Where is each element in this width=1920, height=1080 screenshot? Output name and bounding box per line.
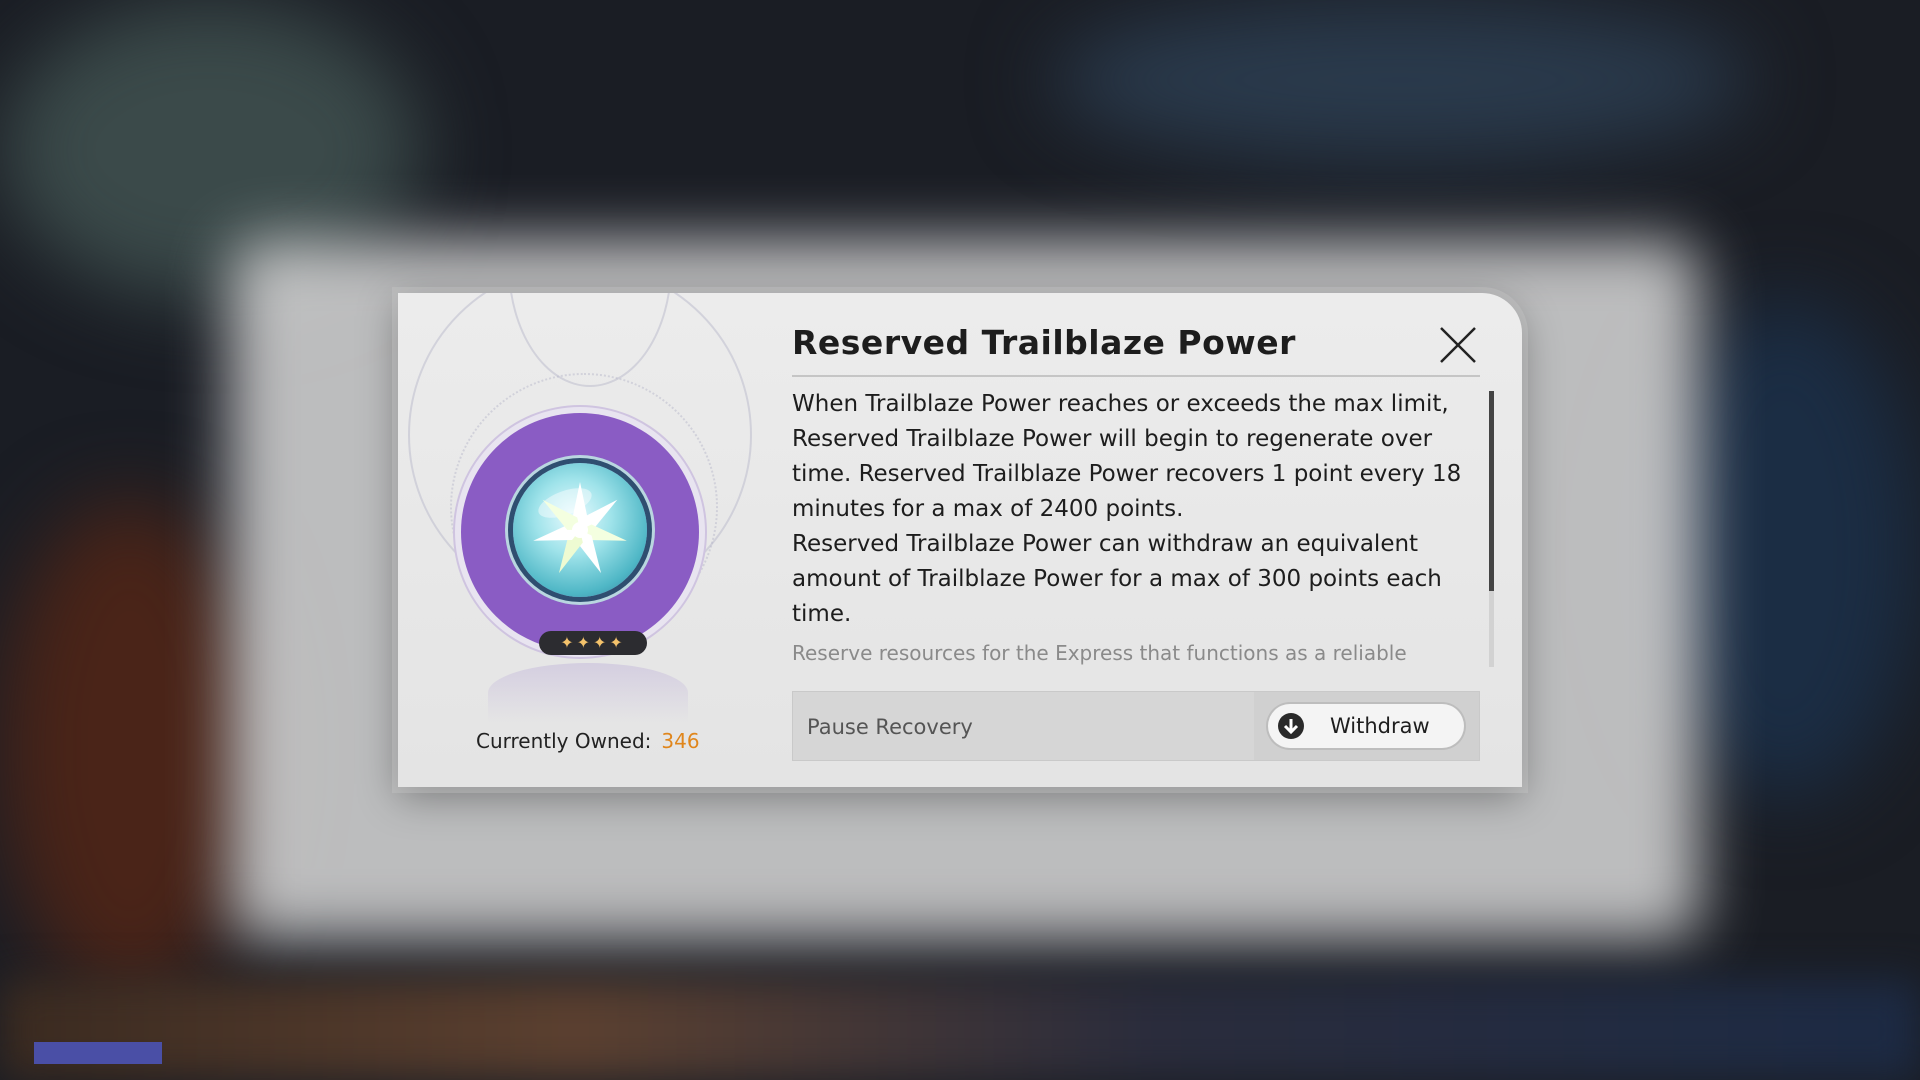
description-paragraph: When Trailblaze Power reaches or exceeds…	[792, 391, 1462, 522]
rarity-stars: ✦✦✦✦	[539, 631, 647, 655]
bottom-indicator-bar	[34, 1042, 162, 1064]
close-icon	[1440, 327, 1476, 363]
description-scrollbar[interactable]	[1489, 391, 1494, 667]
item-description[interactable]: When Trailblaze Power reaches or exceeds…	[792, 387, 1482, 669]
owned-label: Currently Owned:	[476, 729, 652, 753]
scrollbar-thumb[interactable]	[1489, 391, 1494, 591]
item-detail-dialog: ✦✦✦✦ Currently Owned: 346 Reserved Trailb…	[398, 293, 1522, 787]
background-bottom-strip	[0, 980, 1920, 1080]
withdraw-area: Withdraw	[1254, 692, 1479, 760]
background-blob	[1050, 0, 1750, 160]
close-button[interactable]	[1438, 325, 1478, 365]
pause-recovery-toggle[interactable]: Pause Recovery	[807, 692, 973, 762]
description-paragraph: Reserved Trailblaze Power can withdraw a…	[792, 531, 1442, 627]
item-icon-frame	[461, 413, 699, 651]
withdraw-button[interactable]: Withdraw	[1268, 704, 1464, 748]
currently-owned: Currently Owned: 346	[476, 729, 700, 753]
reserved-trailblaze-power-orb-icon	[513, 463, 647, 597]
owned-count: 346	[661, 729, 700, 753]
star-burst-icon	[533, 482, 627, 574]
arrow-down-glyph	[1283, 719, 1299, 735]
download-arrow-icon	[1278, 713, 1304, 739]
item-showcase: ✦✦✦✦ Currently Owned: 346	[398, 293, 788, 787]
background-blob	[0, 500, 260, 1000]
item-pedestal	[488, 663, 688, 723]
title-divider	[792, 375, 1480, 377]
flavor-text: Reserve resources for the Express that f…	[792, 641, 1407, 669]
withdraw-label: Withdraw	[1330, 714, 1430, 738]
action-bar: Pause Recovery Withdraw	[792, 691, 1480, 761]
dialog-title: Reserved Trailblaze Power	[792, 323, 1296, 362]
